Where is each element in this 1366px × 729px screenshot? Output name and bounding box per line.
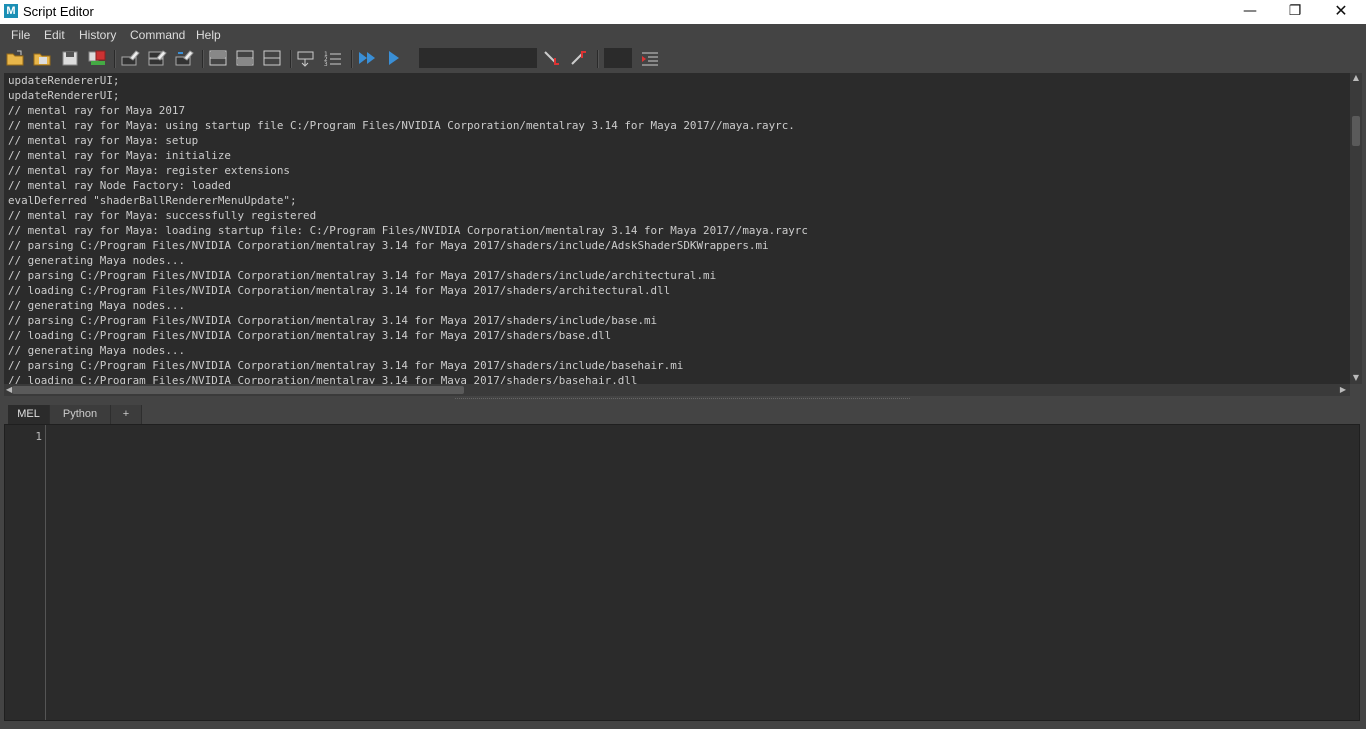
script-input-editor[interactable] — [47, 425, 1359, 720]
search-up-icon[interactable] — [569, 49, 589, 67]
output-line: // mental ray for Maya: initialize — [8, 149, 231, 162]
pane-splitter-handle[interactable] — [455, 398, 910, 401]
toolbar-separator — [202, 50, 204, 68]
history-output-panel[interactable]: updateRendererUI; updateRendererUI; // men… — [4, 73, 1350, 384]
toolbar-separator — [290, 50, 292, 68]
vertical-scroll-thumb[interactable] — [1352, 116, 1360, 146]
output-line: // parsing C:/Program Files/NVIDIA Corpo… — [8, 314, 658, 327]
add-tab-button[interactable]: + — [111, 405, 142, 424]
line-number: 1 — [35, 430, 42, 443]
menu-edit[interactable]: Edit — [44, 28, 65, 42]
clear-input-icon[interactable] — [147, 49, 167, 67]
horizontal-scroll-thumb[interactable] — [12, 386, 464, 394]
show-both-icon[interactable] — [262, 49, 282, 67]
output-line: // mental ray for Maya: successfully reg… — [8, 209, 317, 222]
output-line: // mental ray for Maya: setup — [8, 134, 199, 147]
line-number-gutter: 1 — [5, 425, 46, 720]
menu-file[interactable]: File — [11, 28, 30, 42]
close-button[interactable]: ✕ — [1318, 0, 1364, 24]
script-input-panel: 1 — [4, 424, 1360, 721]
svg-text:3: 3 — [324, 61, 328, 67]
scroll-up-arrow-icon[interactable]: ▲ — [1351, 73, 1361, 83]
toolbar-separator — [351, 50, 353, 68]
execute-icon[interactable] — [384, 49, 404, 67]
output-line: // parsing C:/Program Files/NVIDIA Corpo… — [8, 359, 684, 372]
clear-history-icon[interactable] — [120, 49, 140, 67]
show-history-only-icon[interactable] — [208, 49, 228, 67]
echo-all-commands-icon[interactable] — [296, 49, 316, 67]
output-line: // mental ray for Maya 2017 — [8, 104, 186, 117]
open-script-icon[interactable] — [5, 49, 25, 67]
search-down-icon[interactable] — [542, 49, 562, 67]
title-bar: M Script Editor — ❐ ✕ — [0, 0, 1366, 24]
history-output-text: updateRendererUI; updateRendererUI; // men… — [4, 73, 1350, 384]
history-vertical-scrollbar[interactable]: ▲ ▼ — [1350, 73, 1362, 384]
menu-help[interactable]: Help — [196, 28, 221, 42]
output-line: // generating Maya nodes... — [8, 344, 186, 357]
output-line: // generating Maya nodes... — [8, 299, 186, 312]
output-line: evalDeferred "shaderBallRendererMenuUpda… — [8, 194, 297, 207]
save-to-shelf-icon[interactable] — [87, 49, 107, 67]
menu-bar: File Edit History Command Help — [0, 24, 1366, 45]
menu-command[interactable]: Command — [130, 28, 185, 42]
output-line: // mental ray Node Factory: loaded — [8, 179, 231, 192]
window-title: Script Editor — [23, 4, 94, 19]
tab-mel[interactable]: MEL — [8, 405, 50, 424]
output-line: // loading C:/Program Files/NVIDIA Corpo… — [8, 329, 612, 342]
indent-icon[interactable] — [640, 49, 660, 67]
output-line: // loading C:/Program Files/NVIDIA Corpo… — [8, 284, 671, 297]
search-field[interactable] — [419, 48, 537, 68]
output-line: // generating Maya nodes... — [8, 254, 186, 267]
tab-python[interactable]: Python — [50, 405, 111, 424]
goto-line-field[interactable] — [604, 48, 632, 68]
show-line-numbers-icon[interactable]: 123 — [323, 49, 343, 67]
toolbar: 123 — [0, 45, 1366, 72]
toolbar-separator — [597, 50, 599, 68]
toolbar-separator — [114, 50, 116, 68]
output-line: updateRendererUI; — [8, 89, 120, 102]
scroll-right-arrow-icon[interactable]: ▶ — [1338, 385, 1348, 395]
output-line: // parsing C:/Program Files/NVIDIA Corpo… — [8, 269, 717, 282]
source-script-icon[interactable] — [32, 49, 52, 67]
show-input-only-icon[interactable] — [235, 49, 255, 67]
clear-all-icon[interactable] — [174, 49, 194, 67]
output-line: updateRendererUI; — [8, 74, 120, 87]
maximize-button[interactable]: ❐ — [1272, 0, 1318, 24]
output-line: // mental ray for Maya: using startup fi… — [8, 119, 795, 132]
output-line: // parsing C:/Program Files/NVIDIA Corpo… — [8, 239, 769, 252]
scroll-down-arrow-icon[interactable]: ▼ — [1351, 373, 1361, 383]
minimize-button[interactable]: — — [1227, 0, 1273, 24]
output-line: // mental ray for Maya: register extensi… — [8, 164, 290, 177]
output-line: // loading C:/Program Files/NVIDIA Corpo… — [8, 374, 638, 384]
output-line: // mental ray for Maya: loading startup … — [8, 224, 808, 237]
save-script-icon[interactable] — [60, 49, 80, 67]
history-horizontal-scrollbar[interactable]: ◀ ▶ — [4, 384, 1350, 396]
menu-history[interactable]: History — [79, 28, 116, 42]
execute-all-icon[interactable] — [357, 49, 377, 67]
maya-logo-icon: M — [4, 4, 18, 18]
